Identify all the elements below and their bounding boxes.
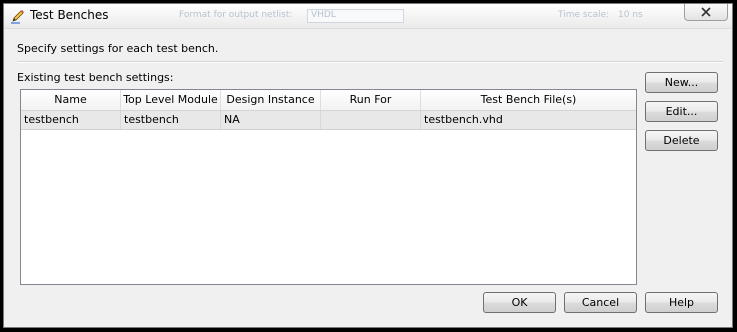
delete-button[interactable]: Delete [645, 130, 718, 151]
background-format-value: VHDL [311, 10, 336, 20]
instructions-text: Specify settings for each test bench. [17, 42, 219, 55]
window-title: Test Benches [30, 8, 109, 22]
column-header-name[interactable]: Name [21, 90, 121, 110]
close-button[interactable] [684, 4, 728, 21]
cell-design-instance: NA [221, 111, 321, 129]
table-header: Name Top Level Module Design Instance Ru… [21, 90, 636, 111]
help-button[interactable]: Help [645, 292, 718, 313]
test-benches-dialog: Test Benches Format for output netlist: … [3, 3, 733, 328]
ok-button[interactable]: OK [483, 292, 556, 313]
background-time-scale-value: 10 ns [618, 10, 643, 20]
pencil-icon [11, 10, 24, 24]
edit-button[interactable]: Edit... [645, 101, 718, 122]
cell-name: testbench [21, 111, 121, 129]
table-row[interactable]: testbench testbench NA testbench.vhd [21, 111, 636, 130]
new-button[interactable]: New... [645, 72, 718, 93]
cell-top-level-module: testbench [121, 111, 221, 129]
column-header-run-for[interactable]: Run For [321, 90, 421, 110]
column-header-design-instance[interactable]: Design Instance [221, 90, 321, 110]
background-time-scale-label: Time scale: [558, 10, 610, 20]
list-label: Existing test bench settings: [17, 71, 174, 84]
title-bar[interactable]: Test Benches Format for output netlist: … [4, 4, 732, 29]
cell-run-for [321, 111, 421, 129]
test-bench-table[interactable]: Name Top Level Module Design Instance Ru… [20, 89, 637, 285]
background-format-label: Format for output netlist: [179, 10, 293, 20]
separator [17, 61, 723, 63]
close-icon [701, 7, 711, 17]
cancel-button[interactable]: Cancel [564, 292, 637, 313]
cell-test-bench-files: testbench.vhd [424, 113, 503, 126]
column-header-top-level-module[interactable]: Top Level Module [121, 90, 221, 110]
column-header-test-bench-files[interactable]: Test Bench File(s) [421, 90, 636, 110]
